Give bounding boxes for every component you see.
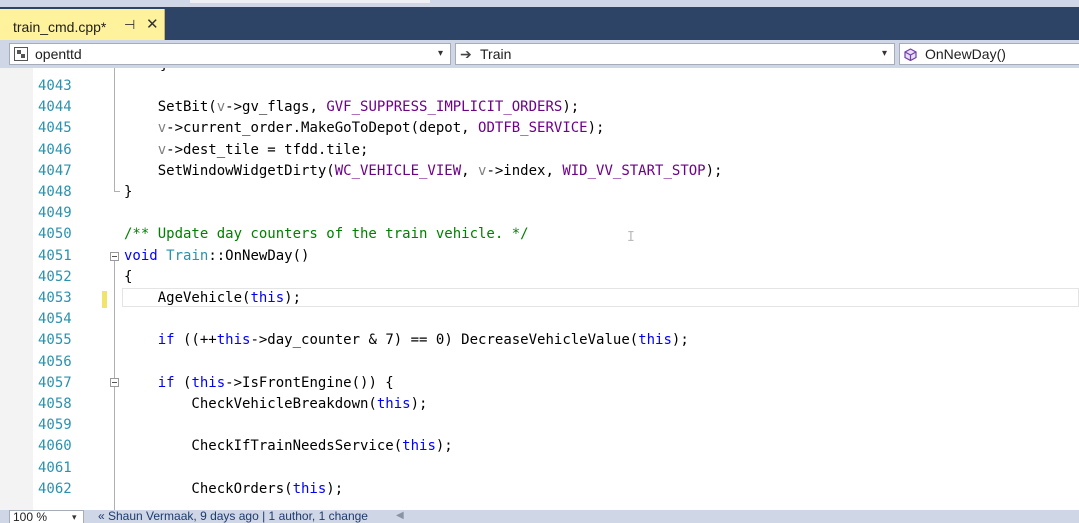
- collapse-icon[interactable]: [110, 378, 119, 387]
- document-tab-strip: train_cmd.cpp* ⊣ ✕: [0, 0, 1079, 40]
- code-line[interactable]: 4055 if ((++this->day_counter & 7) == 0)…: [0, 330, 1079, 351]
- code-text: if ((++this->day_counter & 7) == 0) Decr…: [157, 332, 689, 349]
- chevron-down-icon: ▾: [882, 48, 888, 59]
- code-text: v->current_order.MakeGoToDepot(depot, OD…: [157, 120, 605, 137]
- line-number: 4055: [38, 332, 72, 349]
- member-dropdown[interactable]: OnNewDay(): [899, 43, 1079, 65]
- line-number: 4051: [38, 247, 72, 264]
- chevron-down-icon: ▾: [72, 512, 77, 522]
- line-number: 4052: [38, 268, 72, 285]
- line-number: 4054: [38, 311, 72, 328]
- code-line[interactable]: 4045 v->current_order.MakeGoToDepot(depo…: [0, 118, 1079, 139]
- member-dropdown-value: OnNewDay(): [925, 46, 1006, 62]
- unsaved-change-marker: [102, 291, 107, 308]
- code-line[interactable]: 4060 CheckIfTrainNeedsService(this);: [0, 436, 1079, 457]
- code-line[interactable]: 4057 if (this->IsFrontEngine()) {: [0, 373, 1079, 394]
- scope-dropdown[interactable]: ➔ Train ▾: [455, 43, 895, 65]
- code-line[interactable]: 4056: [0, 352, 1079, 373]
- code-line[interactable]: 4062 CheckOrders(this);: [0, 479, 1079, 500]
- code-line[interactable]: 4059: [0, 415, 1079, 436]
- scope-dropdown-value: Train: [480, 46, 512, 62]
- tab-train-cmd-cpp[interactable]: train_cmd.cpp* ⊣ ✕: [0, 9, 165, 40]
- code-text: CheckOrders(this);: [124, 480, 344, 497]
- line-number: 4046: [38, 141, 72, 158]
- code-text: {: [124, 268, 133, 285]
- status-bar: 100 % ▾ « Shaun Vermaak, 9 days ago | 1 …: [0, 510, 1079, 523]
- partial-code-line: }: [0, 68, 1079, 76]
- scroll-left-icon[interactable]: ◀: [396, 510, 404, 521]
- line-number: 4050: [38, 226, 72, 243]
- codelens-author-info[interactable]: « Shaun Vermaak, 9 days ago | 1 author, …: [98, 510, 368, 523]
- zoom-value: 100 %: [13, 510, 48, 523]
- line-number: 4060: [38, 438, 72, 455]
- line-number: 4045: [38, 120, 72, 137]
- code-text: CheckIfTrainNeedsService(this);: [124, 438, 453, 455]
- code-line[interactable]: 4058 CheckVehicleBreakdown(this);: [0, 394, 1079, 415]
- code-line[interactable]: 4054: [0, 309, 1079, 330]
- navigation-bar: openttd ▾ ➔ Train ▾ OnNewDay(): [0, 40, 1079, 68]
- code-text: v->dest_tile = tfdd.tile;: [157, 141, 369, 158]
- inactive-tab-edge[interactable]: [190, 0, 430, 3]
- mouse-ibeam-icon: I: [627, 230, 635, 245]
- code-line[interactable]: 4053 AgeVehicle(this);: [0, 288, 1079, 309]
- scope-arrow-icon: ➔: [460, 46, 472, 62]
- code-text: /** Update day counters of the train veh…: [124, 226, 529, 243]
- pin-icon[interactable]: ⊣: [124, 17, 135, 33]
- line-number: 4059: [38, 417, 72, 434]
- line-number: 4043: [38, 78, 72, 94]
- code-text: SetBit(v->gv_flags, GVF_SUPPRESS_IMPLICI…: [124, 99, 580, 116]
- tab-title: train_cmd.cpp*: [13, 19, 107, 35]
- chevron-down-icon: ▾: [438, 48, 444, 59]
- collapse-icon[interactable]: [110, 252, 119, 261]
- project-dropdown-value: openttd: [35, 46, 82, 62]
- fold-guide-end: [114, 191, 120, 192]
- code-text: AgeVehicle(this);: [124, 290, 302, 306]
- line-number: 4048: [38, 184, 72, 200]
- tab-strip-top-edge: [0, 0, 1079, 7]
- code-line[interactable]: 4049: [0, 203, 1079, 224]
- code-text: }: [124, 184, 133, 200]
- close-icon[interactable]: ✕: [146, 15, 159, 33]
- code-text: SetWindowWidgetDirty(WC_VEHICLE_VIEW, v-…: [124, 162, 723, 179]
- line-number: 4053: [38, 290, 72, 306]
- code-line[interactable]: 4048}: [0, 182, 1079, 203]
- code-line[interactable]: 4044 SetBit(v->gv_flags, GVF_SUPPRESS_IM…: [0, 97, 1079, 118]
- project-icon: [14, 47, 28, 61]
- code-line[interactable]: 4047 SetWindowWidgetDirty(WC_VEHICLE_VIE…: [0, 161, 1079, 182]
- code-editor[interactable]: } 4043 4044 SetBit(v->gv_flags, GVF_SUPPR…: [0, 68, 1079, 510]
- line-number: 4057: [38, 374, 72, 391]
- line-number: 4044: [38, 99, 72, 116]
- code-line[interactable]: 4050 /** Update day counters of the train…: [0, 224, 1079, 245]
- method-cube-icon: [904, 48, 917, 61]
- line-number: 4049: [38, 205, 72, 222]
- code-line[interactable]: 4051 void Train::OnNewDay(): [0, 246, 1079, 267]
- line-number: 4056: [38, 353, 72, 370]
- code-text: void Train::OnNewDay(): [124, 247, 310, 264]
- project-dropdown[interactable]: openttd ▾: [9, 43, 451, 65]
- code-line[interactable]: 4061: [0, 458, 1079, 479]
- line-number: 4062: [38, 480, 72, 497]
- line-number: 4058: [38, 396, 72, 412]
- code-line[interactable]: 4043: [0, 76, 1079, 97]
- code-line[interactable]: 4046 v->dest_tile = tfdd.tile;: [0, 140, 1079, 161]
- line-number: 4061: [38, 459, 72, 476]
- fold-guide: [114, 68, 115, 191]
- code-text: if (this->IsFrontEngine()) {: [157, 374, 394, 391]
- code-line[interactable]: 4052 {: [0, 267, 1079, 288]
- code-text: CheckVehicleBreakdown(this);: [124, 396, 428, 412]
- partial-line-text: }: [160, 68, 168, 73]
- zoom-dropdown[interactable]: 100 % ▾: [9, 510, 84, 523]
- line-number: 4047: [38, 162, 72, 179]
